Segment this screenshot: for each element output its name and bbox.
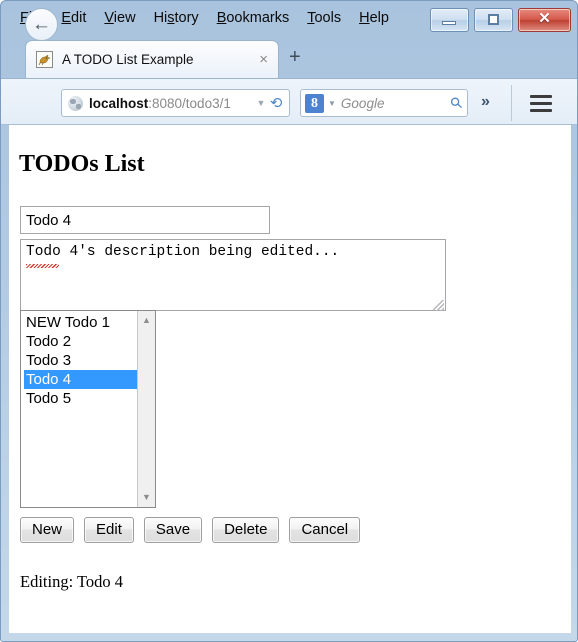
scroll-up-icon[interactable]: ▲ bbox=[138, 312, 155, 329]
delete-button[interactable]: Delete bbox=[212, 517, 280, 543]
tab-strip: A TODO List Example × + bbox=[1, 35, 577, 78]
close-icon: ✕ bbox=[538, 10, 551, 27]
new-button[interactable]: New bbox=[20, 517, 75, 543]
search-bar[interactable]: 8 ▼ Google ⚲ bbox=[300, 89, 468, 117]
list-item[interactable]: NEW Todo 1 bbox=[24, 313, 138, 332]
window-controls: ✕ bbox=[430, 8, 571, 32]
scroll-down-icon[interactable]: ▼ bbox=[138, 489, 155, 506]
cancel-button[interactable]: Cancel bbox=[289, 517, 361, 543]
list-scrollbar[interactable]: ▲ ▼ bbox=[137, 311, 155, 507]
globe-icon bbox=[68, 95, 83, 111]
list-item-selected[interactable]: Todo 4 bbox=[24, 370, 138, 389]
address-bar[interactable]: localhost:8080/todo3/1 ▼ ⟳ bbox=[61, 89, 290, 117]
toolbar-divider bbox=[511, 85, 512, 121]
page-title: TODOs List bbox=[19, 151, 145, 177]
menu-item-help[interactable]: Help bbox=[350, 8, 398, 28]
tab-todo-list-example[interactable]: A TODO List Example × bbox=[25, 40, 279, 78]
todo-description-textarea[interactable]: Todo 4's description being edited... bbox=[20, 239, 446, 311]
maximize-button[interactable] bbox=[474, 8, 513, 32]
action-button-row: New Edit Save Delete Cancel bbox=[20, 517, 361, 543]
maximize-icon bbox=[488, 14, 499, 25]
toolbar-overflow-icon[interactable]: » bbox=[481, 93, 490, 111]
list-item[interactable]: Todo 3 bbox=[24, 351, 138, 370]
todo-title-input[interactable] bbox=[20, 206, 270, 234]
url-path: :8080/todo3/1 bbox=[148, 95, 231, 111]
tab-close-icon[interactable]: × bbox=[259, 52, 268, 67]
new-tab-button[interactable]: + bbox=[289, 47, 301, 67]
reload-icon[interactable]: ⟳ bbox=[270, 94, 283, 112]
edit-button[interactable]: Edit bbox=[84, 517, 134, 543]
search-engine-chevron-down-icon[interactable]: ▼ bbox=[328, 99, 336, 108]
menu-item-bookmarks[interactable]: Bookmarks bbox=[208, 8, 299, 28]
status-text: Editing: Todo 4 bbox=[20, 572, 124, 591]
chevron-down-icon[interactable]: ▼ bbox=[257, 98, 266, 108]
back-button[interactable]: ← bbox=[25, 8, 58, 41]
list-item[interactable]: Todo 5 bbox=[24, 389, 138, 408]
todo-list-options: NEW Todo 1 Todo 2 Todo 3 Todo 4 Todo 5 bbox=[21, 311, 138, 507]
todo-list-box[interactable]: NEW Todo 1 Todo 2 Todo 3 Todo 4 Todo 5 ▲… bbox=[20, 310, 156, 508]
google-icon: 8 bbox=[305, 93, 324, 113]
minimize-button[interactable] bbox=[430, 8, 469, 32]
menu-item-edit[interactable]: Edit bbox=[52, 8, 95, 28]
url-host: localhost bbox=[89, 95, 149, 111]
list-item[interactable]: Todo 2 bbox=[24, 332, 138, 351]
search-input[interactable]: Google bbox=[341, 96, 451, 111]
back-arrow-icon: ← bbox=[32, 14, 51, 35]
tomcat-favicon-icon bbox=[36, 51, 53, 68]
close-window-button[interactable]: ✕ bbox=[518, 8, 571, 32]
hamburger-menu-icon[interactable] bbox=[530, 95, 552, 112]
address-bar-text: localhost:8080/todo3/1 bbox=[89, 96, 252, 111]
menu-item-tools[interactable]: Tools bbox=[298, 8, 350, 28]
tab-title: A TODO List Example bbox=[62, 52, 194, 67]
browser-window: File Edit View History Bookmarks Tools H… bbox=[0, 0, 578, 642]
save-button[interactable]: Save bbox=[143, 517, 203, 543]
menu-item-view[interactable]: View bbox=[95, 8, 144, 28]
menu-item-history[interactable]: History bbox=[145, 8, 208, 28]
minimize-icon bbox=[442, 21, 456, 25]
page-viewport: TODOs List Todo 4's description being ed… bbox=[9, 125, 571, 633]
